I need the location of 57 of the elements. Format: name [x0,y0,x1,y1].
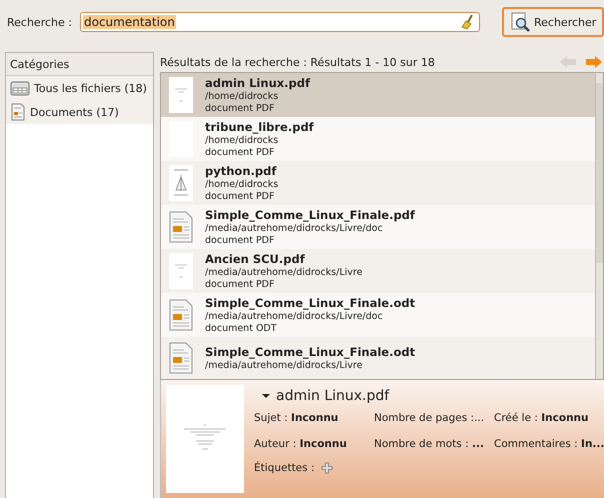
result-row[interactable]: Ancien SCU.pdf /media/autrehome/didrocks/Livre document PDF [161,249,595,293]
tags-label: Étiquettes : [254,462,314,474]
search-icon [510,12,530,32]
file-path: /home/didrocks [205,178,278,190]
metadata-field: Auteur : Inconnu [254,438,374,450]
file-name: tribune_libre.pdf [205,120,314,134]
page-thumbnail-icon [169,77,193,113]
file-type: document PDF [205,278,276,290]
metadata-field: Commentaires : In... [494,438,604,450]
document-icon [168,211,194,243]
page-thumbnail-icon [166,385,244,493]
file-name: python.pdf [205,164,278,178]
file-type: document ODT [205,322,278,334]
file-type: document PDF [205,146,276,158]
file-path: /media/autrehome/didrocks/Livre/doc [205,310,384,322]
metadata-field: Sujet : Inconnu [254,412,374,424]
file-path: /media/autrehome/didrocks/Livre [205,266,362,278]
results-header: Résultats de la recherche : Résultats 1 - 10 sur 18 [160,56,436,68]
details-title[interactable]: admin Linux.pdf [254,388,599,404]
file-name: Simple_Comme_Linux_Finale.pdf [205,208,415,222]
search-button[interactable]: Rechercher [502,7,604,37]
file-type: document PDF [205,190,276,202]
page-thumbnail-icon [169,253,193,289]
file-type: document PDF [205,234,276,246]
document-icon [168,342,194,374]
metadata-field: Nombre de mots : ... [374,438,494,450]
result-row[interactable]: Simple_Comme_Linux_Finale.odt /media/autrehome/didrocks/Livre/doc document ODT [161,293,595,337]
file-path: /home/didrocks [205,134,280,146]
file-name: Ancien SCU.pdf [205,252,306,266]
result-row[interactable]: python.pdf /home/didrocks document PDF [161,161,595,205]
file-path: /media/autrehome/didrocks/Livre/doc [205,222,384,234]
result-row[interactable]: admin Linux.pdf /home/didrocks document PDF [161,73,595,117]
scrollbar[interactable] [595,73,603,379]
book-cover-thumbnail-icon [169,165,193,201]
result-row[interactable]: Simple_Comme_Linux_Finale.pdf /media/autrehome/didrocks/Livre/doc document PDF [161,205,595,249]
search-field[interactable]: documentation [80,12,480,32]
file-name: admin Linux.pdf [205,76,310,90]
categories-header[interactable]: Catégories [6,53,153,76]
metadata-field: Créé le : Inconnu [494,412,604,424]
file-path: /media/autrehome/didrocks/Livre [205,360,364,372]
document-icon [168,299,194,331]
forward-arrow-icon[interactable] [586,56,602,68]
metadata-field: Nombre de pages :... [374,412,494,424]
result-row[interactable]: Simple_Comme_Linux_Finale.odt /media/autrehome/didrocks/Livre [161,337,595,379]
file-name: Simple_Comme_Linux_Finale.odt [205,296,416,310]
file-path: /home/didrocks [205,90,280,102]
expander-icon [262,392,270,400]
file-type: document PDF [205,102,276,114]
add-icon[interactable] [320,462,332,474]
file-name: Simple_Comme_Linux_Finale.odt [205,344,416,360]
category-item[interactable]: Tous les fichiers (18) [6,76,153,100]
document-icon [10,103,26,121]
category-item[interactable]: Documents (17) [6,100,153,124]
drive-icon [10,79,30,97]
search-label: Recherche : [7,16,72,28]
result-row[interactable]: tribune_libre.pdf /home/didrocks document PDF [161,117,595,161]
broom-icon[interactable] [460,14,475,30]
